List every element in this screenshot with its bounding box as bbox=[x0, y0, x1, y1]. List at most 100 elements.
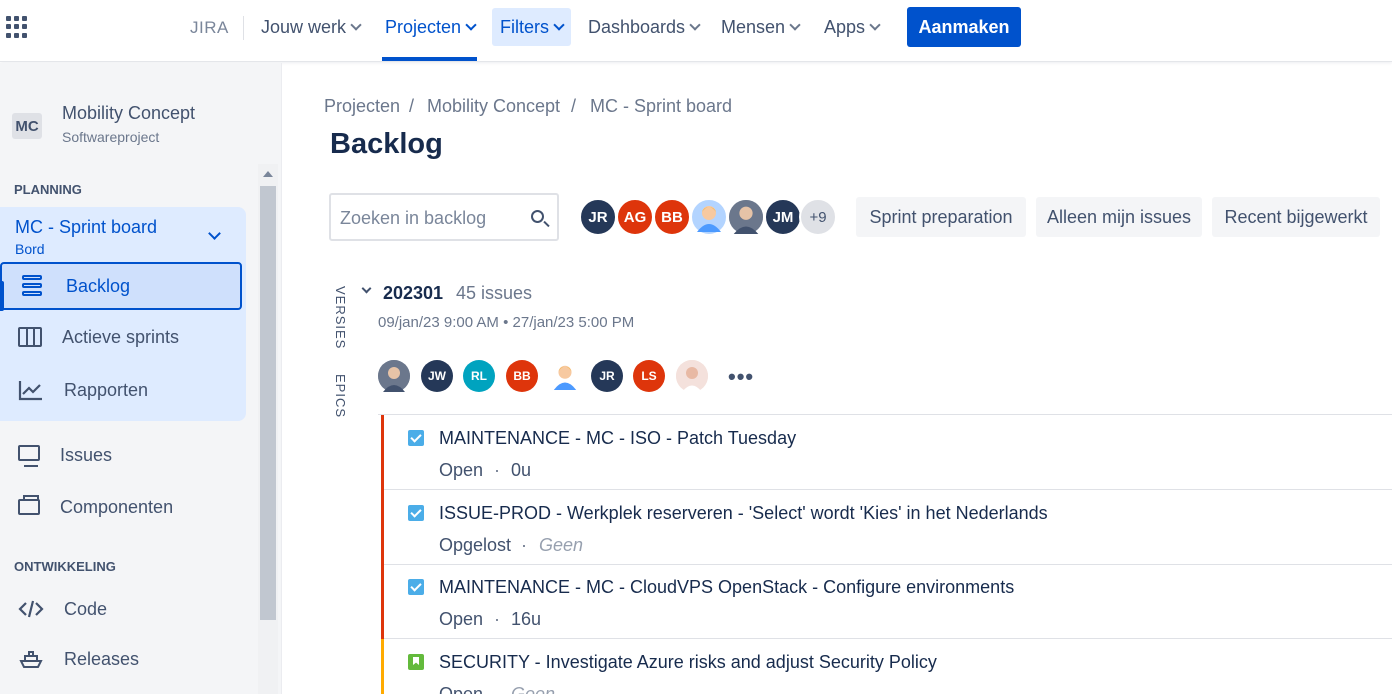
backlog-search-input[interactable]: Zoeken in backlog bbox=[329, 193, 559, 241]
chevron-down-icon bbox=[789, 19, 801, 31]
breadcrumb-projects[interactable]: Projecten bbox=[324, 96, 400, 117]
scroll-up-arrow-icon[interactable] bbox=[263, 171, 273, 177]
page-title: Backlog bbox=[330, 128, 443, 160]
sidebar-item-label: Rapporten bbox=[64, 379, 149, 400]
backlog-icon bbox=[20, 275, 46, 297]
sidebar-item-issues[interactable]: Issues bbox=[0, 431, 258, 479]
search-placeholder: Zoeken in backlog bbox=[340, 208, 487, 228]
issue-summary[interactable]: ISSUE-PROD - Werkplek reserveren - 'Sele… bbox=[439, 503, 1048, 524]
create-button[interactable]: Aanmaken bbox=[907, 7, 1021, 47]
chevron-down-icon bbox=[689, 19, 701, 31]
sprint-member-avatar[interactable]: LS bbox=[633, 360, 665, 392]
sidebar-item-label: Releases bbox=[64, 648, 140, 669]
issue-summary[interactable]: MAINTENANCE - MC - ISO - Patch Tuesday bbox=[439, 428, 796, 449]
issue-status: Open bbox=[439, 609, 484, 629]
versions-panel-toggle[interactable]: VERSIES bbox=[333, 286, 348, 349]
separator-dot: · bbox=[521, 535, 527, 555]
chevron-down-icon bbox=[869, 19, 881, 31]
avatar-initials: BB bbox=[513, 369, 531, 383]
issue-estimate: 0u bbox=[511, 460, 532, 480]
project-name[interactable]: Mobility Concept bbox=[62, 103, 195, 124]
sprint-member-avatar[interactable]: BB bbox=[506, 360, 538, 392]
epic-color-bar bbox=[381, 415, 384, 490]
avatar-initials: AG bbox=[623, 208, 647, 226]
avatar-initials: BB bbox=[661, 208, 683, 226]
sidebar-item-active-sprints[interactable]: Actieve sprints bbox=[0, 313, 246, 361]
issue-estimate: Geen bbox=[539, 535, 584, 555]
issue-row[interactable]: SECURITY - Investigate Azure risks and a… bbox=[381, 639, 1392, 694]
nav-people[interactable]: Mensen bbox=[713, 8, 807, 46]
planning-section-title: PLANNING bbox=[14, 182, 82, 197]
story-type-icon bbox=[408, 654, 424, 670]
board-type: Bord bbox=[15, 241, 45, 257]
active-nav-indicator bbox=[382, 57, 477, 61]
avatar-initials: JR bbox=[599, 369, 615, 383]
avatar[interactable]: JM bbox=[764, 198, 802, 236]
reports-chart-icon bbox=[18, 379, 44, 401]
project-type: Softwareproject bbox=[62, 129, 160, 145]
ship-icon bbox=[18, 648, 44, 670]
issue-status: Opgelost bbox=[439, 535, 512, 555]
nav-label: Jouw werk bbox=[261, 16, 347, 37]
sprint-member-avatar[interactable] bbox=[676, 360, 708, 392]
issue-row[interactable]: ISSUE-PROD - Werkplek reserveren - 'Sele… bbox=[381, 490, 1392, 565]
nav-label: Mensen bbox=[721, 16, 786, 37]
chevron-down-icon bbox=[350, 19, 362, 31]
user-photo-icon bbox=[676, 360, 708, 392]
avatar-initials: RL bbox=[471, 369, 487, 383]
jira-logo[interactable]: JIRA bbox=[190, 18, 229, 38]
filter-sprint-preparation[interactable]: Sprint preparation bbox=[856, 197, 1026, 237]
more-avatars-button[interactable]: +9 bbox=[799, 198, 837, 236]
sidebar-item-backlog[interactable]: Backlog bbox=[0, 262, 242, 310]
breadcrumb-separator: / bbox=[571, 96, 577, 116]
nav-projects[interactable]: Projecten bbox=[377, 8, 483, 46]
nav-apps[interactable]: Apps bbox=[816, 8, 887, 46]
board-columns-icon bbox=[18, 327, 42, 347]
sidebar-item-label: Componenten bbox=[60, 496, 174, 517]
components-box-icon bbox=[18, 495, 40, 515]
issue-summary[interactable]: MAINTENANCE - MC - CloudVPS OpenStack - … bbox=[439, 577, 1014, 598]
board-switcher[interactable]: MC - Sprint board bbox=[15, 217, 157, 238]
more-members-button[interactable]: ••• bbox=[728, 364, 754, 390]
breadcrumb-board[interactable]: MC - Sprint board bbox=[590, 96, 732, 117]
issue-row[interactable]: MAINTENANCE - MC - ISO - Patch Tuesday O… bbox=[381, 415, 1392, 490]
chevron-down-icon[interactable] bbox=[208, 227, 221, 240]
nav-your-work[interactable]: Jouw werk bbox=[253, 8, 368, 46]
avatar[interactable]: JR bbox=[579, 198, 617, 236]
app-switcher-icon[interactable] bbox=[6, 16, 28, 38]
sprint-member-avatar[interactable] bbox=[549, 360, 581, 392]
nav-filters[interactable]: Filters bbox=[492, 8, 571, 46]
avatar[interactable]: AG bbox=[616, 198, 654, 236]
filter-recently-updated[interactable]: Recent bijgewerkt bbox=[1212, 197, 1380, 237]
sidebar-item-components[interactable]: Componenten bbox=[0, 483, 258, 531]
nav-label: Projecten bbox=[385, 16, 462, 37]
issue-summary[interactable]: SECURITY - Investigate Azure risks and a… bbox=[439, 652, 937, 673]
sprint-member-avatar[interactable]: JW bbox=[421, 360, 453, 392]
breadcrumb-project[interactable]: Mobility Concept bbox=[427, 96, 560, 117]
selected-indicator bbox=[0, 281, 4, 311]
sprint-dates: 09/jan/23 9:00 AM • 27/jan/23 5:00 PM bbox=[378, 314, 635, 331]
epic-color-bar bbox=[381, 639, 384, 694]
nav-dashboards[interactable]: Dashboards bbox=[580, 8, 707, 46]
sprint-member-avatar[interactable]: RL bbox=[463, 360, 495, 392]
sidebar-item-releases[interactable]: Releases bbox=[0, 635, 258, 683]
avatar[interactable] bbox=[727, 198, 765, 236]
sidebar-item-label: Issues bbox=[60, 444, 113, 465]
separator-dot: · bbox=[494, 609, 500, 629]
issue-row[interactable]: MAINTENANCE - MC - CloudVPS OpenStack - … bbox=[381, 564, 1392, 639]
avatar-initials: JM bbox=[772, 208, 794, 226]
breadcrumb-separator: / bbox=[409, 96, 415, 116]
sidebar-item-reports[interactable]: Rapporten bbox=[0, 366, 246, 414]
filter-only-my-issues[interactable]: Alleen mijn issues bbox=[1036, 197, 1202, 237]
task-type-icon bbox=[408, 505, 424, 521]
sidebar-item-code[interactable]: Code bbox=[0, 585, 258, 633]
epics-panel-toggle[interactable]: EPICS bbox=[333, 374, 348, 418]
sidebar-scroll-thumb[interactable] bbox=[260, 186, 276, 620]
chevron-down-icon bbox=[553, 19, 565, 31]
avatar[interactable] bbox=[690, 198, 728, 236]
avatar[interactable]: BB bbox=[653, 198, 691, 236]
sprint-member-avatar[interactable]: JR bbox=[591, 360, 623, 392]
sprint-member-avatar[interactable] bbox=[378, 360, 410, 392]
top-navigation: JIRA Jouw werk Projecten Filters Dashboa… bbox=[0, 0, 1392, 62]
chevron-down-icon[interactable] bbox=[361, 283, 372, 294]
